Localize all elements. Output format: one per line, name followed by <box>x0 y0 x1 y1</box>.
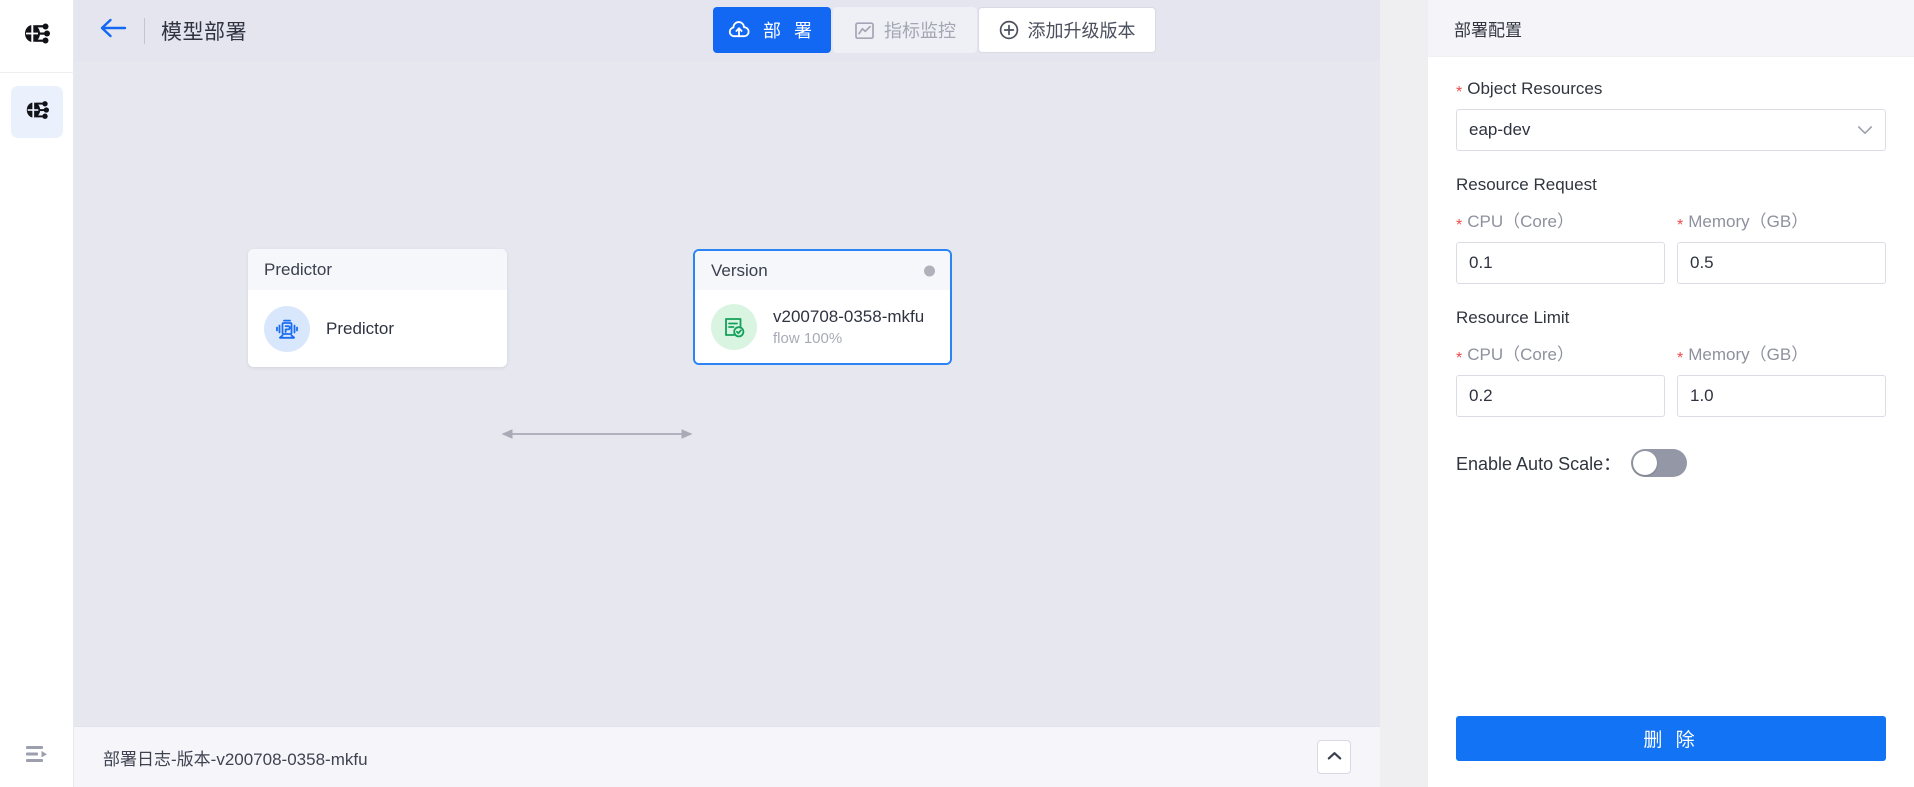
deployment-canvas[interactable]: Predictor Predictor Version v200708-0358… <box>74 61 1380 726</box>
required-star-icon: * <box>1677 350 1684 367</box>
log-expand-button[interactable] <box>1317 740 1351 774</box>
metrics-monitor-button[interactable]: 指标监控 <box>833 7 977 53</box>
version-node-body: v200708-0358-mkfu flow 100% <box>695 290 950 363</box>
version-node-header: Version <box>695 251 950 290</box>
resource-limit-fields: * CPU（Core） 0.2 * Memory（GB） 1.0 <box>1456 340 1886 417</box>
chart-monitor-icon <box>854 20 875 41</box>
brain-circuit-icon <box>24 98 50 127</box>
predictor-icon <box>264 305 310 352</box>
limit-cpu-label: * CPU（Core） <box>1456 340 1665 367</box>
panel-body: * Object Resources eap-dev Resource Requ… <box>1428 57 1914 716</box>
deploy-button[interactable]: 部 署 <box>713 7 831 53</box>
version-node-subtitle: flow 100% <box>773 329 843 347</box>
back-arrow-icon <box>100 18 127 43</box>
limit-memory-label-text: Memory（GB） <box>1688 345 1809 364</box>
resource-limit-section-title: Resource Limit <box>1456 308 1570 327</box>
header-actions: 部 署 指标监控 添加升级版本 <box>713 7 1156 53</box>
version-node-header-label: Version <box>711 260 768 280</box>
page-header: 模型部署 部 署 指标监控 添加升级版本 <box>74 0 1380 61</box>
required-star-icon: * <box>1456 350 1463 367</box>
main-column: 模型部署 部 署 指标监控 添加升级版本 Predictor Predictor… <box>74 0 1380 787</box>
request-memory-label-text: Memory（GB） <box>1688 212 1809 231</box>
app-root: 模型部署 部 署 指标监控 添加升级版本 Predictor Predictor… <box>0 0 1914 787</box>
request-cpu-input[interactable]: 0.1 <box>1456 242 1665 284</box>
auto-scale-row: Enable Auto Scale： <box>1456 449 1886 477</box>
required-star-icon: * <box>1677 217 1684 234</box>
predictor-node-text: Predictor <box>326 319 394 339</box>
predictor-node[interactable]: Predictor Predictor <box>248 249 507 367</box>
object-resources-label-text: Object Resources <box>1467 79 1603 98</box>
connector-edge <box>500 427 694 446</box>
add-upgrade-version-button-label: 添加升级版本 <box>1027 21 1136 41</box>
request-memory-label: * Memory（GB） <box>1677 207 1886 234</box>
required-star-icon: * <box>1456 217 1463 234</box>
add-upgrade-version-button[interactable]: 添加升级版本 <box>978 7 1156 53</box>
limit-cpu-label-text: CPU（Core） <box>1467 345 1574 364</box>
auto-scale-toggle[interactable] <box>1631 449 1688 477</box>
limit-memory-value: 1.0 <box>1690 386 1714 405</box>
limit-memory-input[interactable]: 1.0 <box>1677 375 1886 417</box>
cloud-upload-icon <box>728 20 750 40</box>
limit-cpu-input[interactable]: 0.2 <box>1456 375 1665 417</box>
request-memory-value: 0.5 <box>1690 253 1714 272</box>
object-resources-select[interactable]: eap-dev <box>1456 109 1886 151</box>
resource-request-fields: * CPU（Core） 0.1 * Memory（GB） 0.5 <box>1456 207 1886 284</box>
app-logo[interactable] <box>0 0 74 73</box>
plus-circle-icon <box>999 20 1019 40</box>
header-divider <box>144 17 145 44</box>
sidebar-item-model-deploy[interactable] <box>10 86 63 138</box>
metrics-monitor-button-label: 指标监控 <box>884 21 956 41</box>
request-cpu-label-text: CPU（Core） <box>1467 212 1574 231</box>
version-node-text: v200708-0358-mkfu flow 100% <box>773 307 924 347</box>
deploy-button-label: 部 署 <box>762 21 816 41</box>
panel-footer: 删 除 <box>1428 716 1914 787</box>
rail-nav <box>0 73 74 138</box>
version-node[interactable]: Version v200708-0358-mkfu flow 100% <box>693 249 952 365</box>
object-resources-label: * Object Resources <box>1456 79 1886 101</box>
deployment-log-bar: 部署日志-版本-v200708-0358-mkfu <box>74 726 1380 787</box>
required-star-icon: * <box>1456 84 1463 101</box>
layout-gap <box>1380 0 1428 787</box>
deployment-log-title: 部署日志-版本-v200708-0358-mkfu <box>103 749 368 769</box>
brain-circuit-logo-icon <box>22 20 51 52</box>
predictor-node-header: Predictor <box>248 249 507 290</box>
resource-request-section-title: Resource Request <box>1456 175 1597 194</box>
status-badge <box>924 265 935 276</box>
predictor-node-body: Predictor <box>248 290 507 367</box>
page-title: 模型部署 <box>161 20 247 44</box>
deploy-config-panel: 部署配置 * Object Resources eap-dev Resource… <box>1428 0 1914 787</box>
toggle-knob <box>1633 451 1658 475</box>
request-memory-input[interactable]: 0.5 <box>1677 242 1886 284</box>
predictor-node-header-label: Predictor <box>264 259 333 279</box>
predictor-node-title: Predictor <box>326 318 395 338</box>
limit-memory-label: * Memory（GB） <box>1677 340 1886 367</box>
object-resources-value: eap-dev <box>1469 120 1531 139</box>
chevron-up-icon <box>1327 748 1342 766</box>
version-check-icon <box>711 303 757 350</box>
request-cpu-value: 0.1 <box>1469 253 1493 272</box>
chevron-down-icon <box>1857 120 1873 140</box>
rail-collapse-button[interactable] <box>0 743 74 770</box>
panel-title: 部署配置 <box>1428 0 1914 57</box>
version-node-title: v200708-0358-mkfu <box>773 306 925 326</box>
auto-scale-label: Enable Auto Scale： <box>1456 454 1622 474</box>
collapse-panel-icon <box>24 743 50 770</box>
limit-cpu-value: 0.2 <box>1469 386 1493 405</box>
request-cpu-label: * CPU（Core） <box>1456 207 1665 234</box>
left-rail <box>0 0 74 787</box>
back-button[interactable] <box>96 14 130 48</box>
delete-button[interactable]: 删 除 <box>1456 716 1886 761</box>
